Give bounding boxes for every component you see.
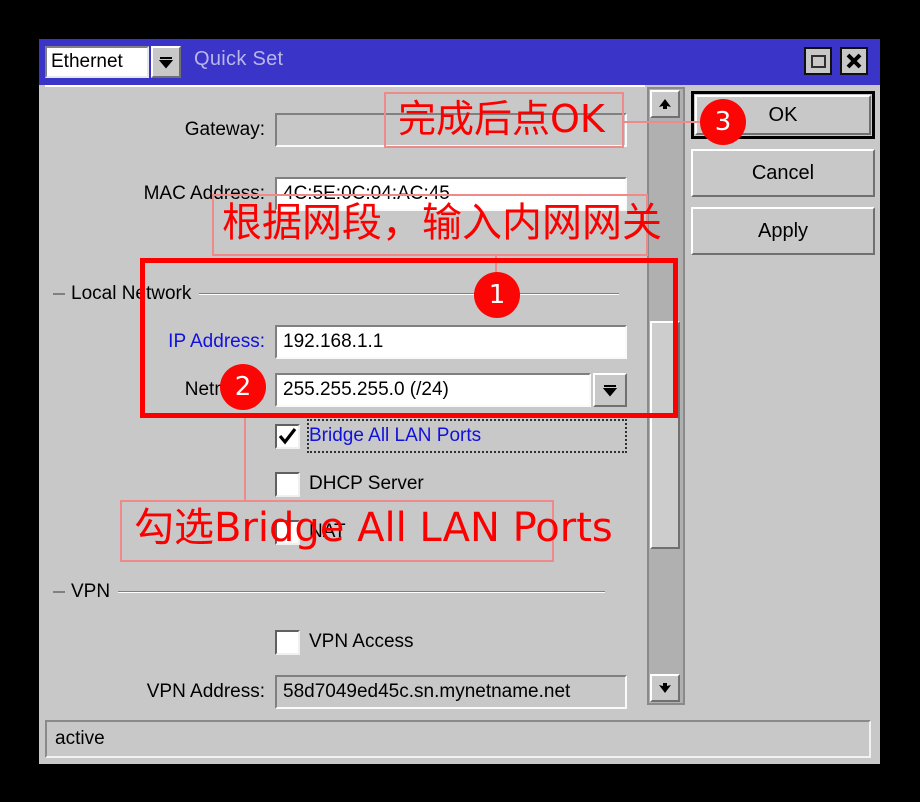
- section-rule: [118, 591, 605, 593]
- mac-address-input[interactable]: 4C:5E:0C:04:AC:45: [275, 177, 627, 211]
- section-vpn: VPN: [53, 581, 605, 603]
- interface-select[interactable]: Ethernet: [45, 46, 149, 78]
- page-title: Quick Set: [194, 48, 284, 70]
- section-local-network-label: Local Network: [71, 283, 192, 304]
- window-titlebar: Ethernet Quick Set: [39, 39, 880, 85]
- dhcp-server-row[interactable]: DHCP Server: [275, 469, 424, 499]
- default-button-inner: [695, 95, 871, 135]
- vpn-address-label: VPN Address:: [146, 681, 265, 702]
- ip-address-label: IP Address:: [168, 331, 265, 352]
- form-scrollbar[interactable]: [647, 87, 685, 705]
- form-panel: Gateway: MAC Address: 4C:5E:0C:04:AC:45 …: [45, 85, 645, 709]
- netmask-input[interactable]: 255.255.255.0 (/24): [275, 373, 591, 407]
- chevron-down-icon: [158, 57, 174, 69]
- dhcp-server-checkbox[interactable]: [275, 471, 300, 497]
- close-icon: [846, 53, 862, 69]
- bridge-all-lan-ports-row[interactable]: Bridge All LAN Ports: [275, 421, 481, 451]
- maximize-button[interactable]: [804, 47, 832, 75]
- arrow-up-icon: [659, 99, 671, 109]
- gateway-input[interactable]: [275, 113, 627, 147]
- apply-button-label: Apply: [757, 219, 809, 242]
- mac-address-label: MAC Address:: [143, 183, 265, 204]
- vpn-access-checkbox[interactable]: [275, 629, 300, 655]
- section-local-network: Local Network: [53, 283, 619, 305]
- apply-button[interactable]: Apply: [691, 207, 875, 255]
- chevron-down-icon: [602, 385, 618, 397]
- section-dash: [53, 293, 65, 295]
- netmask-label: Netmask:: [184, 379, 265, 400]
- quick-set-window: Ethernet Quick Set Gateway: MAC Address:…: [38, 38, 882, 766]
- status-text: active: [55, 728, 105, 749]
- interface-dropdown-button[interactable]: [151, 46, 181, 78]
- vpn-access-row[interactable]: VPN Access: [275, 627, 414, 657]
- nat-row[interactable]: NAT: [275, 517, 346, 547]
- nat-label: NAT: [309, 521, 346, 542]
- section-dash: [53, 591, 65, 593]
- scroll-down-button[interactable]: [650, 674, 680, 702]
- arrow-down-icon: [659, 683, 671, 693]
- cancel-button-label: Cancel: [751, 161, 815, 184]
- scroll-up-button[interactable]: [650, 90, 680, 118]
- maximize-icon: [810, 54, 826, 68]
- nat-checkbox[interactable]: [275, 519, 300, 545]
- gateway-label: Gateway:: [184, 119, 265, 140]
- action-buttons: OK Cancel Apply: [691, 91, 875, 265]
- section-vpn-label: VPN: [71, 581, 111, 602]
- scrollbar-thumb[interactable]: [650, 321, 680, 549]
- cancel-button[interactable]: Cancel: [691, 149, 875, 197]
- bridge-all-lan-ports-checkbox[interactable]: [275, 423, 300, 449]
- check-icon: [278, 427, 297, 445]
- dhcp-server-label: DHCP Server: [309, 473, 424, 494]
- vpn-address-input[interactable]: 58d7049ed45c.sn.mynetname.net: [275, 675, 627, 709]
- vpn-access-label: VPN Access: [309, 631, 414, 652]
- netmask-dropdown-button[interactable]: [593, 373, 627, 407]
- interface-select-value: Ethernet: [51, 51, 123, 72]
- status-bar: active: [45, 720, 871, 758]
- ip-address-input[interactable]: 192.168.1.1: [275, 325, 627, 359]
- bridge-all-lan-ports-label: Bridge All LAN Ports: [309, 425, 482, 446]
- close-button[interactable]: [840, 47, 868, 75]
- section-rule: [199, 293, 619, 295]
- ok-button[interactable]: OK: [691, 91, 875, 139]
